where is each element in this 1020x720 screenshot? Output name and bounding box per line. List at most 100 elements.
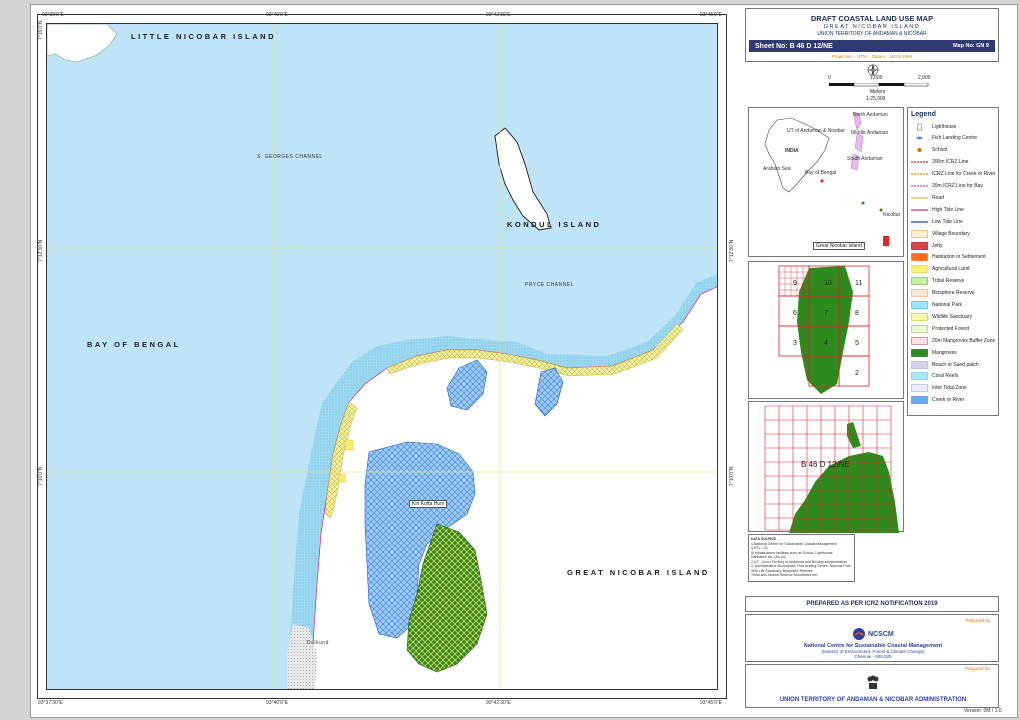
legend-label: Low Tide Line [932,218,963,225]
legend-swatch [911,372,928,381]
legend-label: Biosphere Reserve [932,290,975,297]
legend-item: Biosphere Reserve [911,289,975,298]
locator-great-nicobar: Great Nicobar Island [813,242,865,250]
scale-unit: Meters [870,89,886,95]
label-bay-of-bengal: BAY OF BENGAL [87,340,181,349]
school-icon [917,148,922,153]
legend-item: Agricultural Land [911,265,970,274]
fish-icon [916,136,923,140]
legend-swatch [911,313,928,321]
legend-item: National Park [911,301,962,310]
legend-swatch [911,289,928,297]
prepared-by-label: Prepared by [965,618,990,623]
legend-item: Lighthouse [911,122,956,131]
map-title: DRAFT COASTAL LAND USE MAP [810,14,934,23]
legend-label: School [932,147,948,154]
legend-swatch [911,173,928,175]
legend-label: National Park [932,302,963,308]
map-canvas[interactable]: LITTLE NICOBAR ISLAND S. GEORGES CHANNEL… [46,23,718,690]
ncscm-logo-text: NCSCM [868,630,894,638]
locator-nicobar: Nicobar [883,212,901,218]
legend-item: Tribal Reserve [911,277,964,286]
detail-grid-panel: B 46 D 12/NE [748,401,904,533]
legend-swatch [911,229,928,238]
title-panel: DRAFT COASTAL LAND USE MAP GREAT NICOBAR… [745,8,999,62]
kondul-island [494,127,552,231]
tick-right-1: 7°12'30"N [729,239,735,262]
prepared-by-panel: Prepared by NCSCM National Centre for Su… [745,614,999,662]
index-grid-panel: 9 10 11 6 7 8 3 4 5 2 [748,261,904,399]
legend-swatch [911,348,928,357]
legend-item: Inter Tidal Zone [911,384,967,393]
locator-india-marker [820,179,824,183]
little-nicobar-landmass [47,24,118,63]
tick-bottom-1: 93°37'30"E [38,700,63,706]
data-source-line: Tribal and Jarawa Reserve Boundaries etc… [751,573,818,577]
locator-arabian-sea: Arabian Sea [763,166,791,172]
label-s-georges-channel: S. GEORGES CHANNEL [257,154,323,160]
index-cell-3: 3 [793,340,797,347]
scale-tick-2: 2,000 [918,75,931,81]
legend-item: Habitation or Settlement [911,253,986,262]
index-cell-11: 11 [855,280,863,287]
legend-label: Jetty [932,242,943,249]
notification-title: PREPARED AS PER ICRZ NOTIFICATION 2019 [806,601,938,607]
tick-bottom-3: 93°42'30"E [486,700,511,706]
legend-swatch [911,265,928,274]
scale-bar [829,83,929,87]
legend-item: 20m ICRZ Line for Bay [911,182,983,191]
ncscm-logo: NCSCM [852,626,896,642]
legend-label: Beach or Sand patch [932,361,979,368]
legend-swatch [911,221,928,223]
legend-label: Fish Landing Centre [932,135,978,142]
projection-line: Projection :- UTM Datum :- WGS 1984 [746,54,998,59]
map-svg [47,24,717,689]
legend-label: Protected Forest [932,325,969,332]
legend-item: Village Boundary [911,229,970,238]
legend-label: Habitation or Settlement [932,254,986,261]
index-cell-5: 5 [855,340,859,347]
legend-swatch [911,161,928,163]
legend-label: Coral Reefs [932,373,959,380]
legend-label: 200m ICRZ Line [932,159,969,166]
legend-title: Legend [911,111,936,118]
index-cell-10: 10 [824,280,832,287]
agri-patch-2 [338,473,346,483]
legend-label: Creek or River [932,397,965,404]
legend-swatch [911,197,928,199]
locator-south-andaman: South Andaman [847,156,883,162]
tick-left-3: 7°10'0"N [38,466,44,486]
legend-swatch [911,185,928,187]
legend-label: Mangroves [932,349,957,356]
org-city: Chennai - 600 025 [854,654,892,659]
legend-item: School [911,146,947,155]
legend-label: Tribal Reserve [932,278,965,285]
legend-swatch [911,209,928,211]
tick-bottom-2: 93°40'0"E [266,700,288,706]
tick-top-4: 93°45'0"E [700,12,722,18]
label-little-nicobar: LITTLE NICOBAR ISLAND [131,32,276,41]
tick-top-2: 93°40'0"E [266,12,288,18]
legend-label: High Tide Line [932,206,964,213]
legend-item: ICRZ Line for Creek or River [911,170,995,179]
legend-item: 200m ICRZ Line [911,158,968,167]
legend-item: High Tide Line [911,205,964,214]
version-label: Version: 0M / 1.0 [964,708,1002,714]
tick-top-1: 93°39'0"E [42,12,64,18]
legend-label: Village Boundary [932,230,970,237]
legend-label: 20m ICRZ Line for Bay [932,183,983,189]
locator-india: INDIA [785,148,799,154]
sheet-bar: Sheet No: B 46 D 12/NE Map No: GN 9 [749,40,995,52]
legend-item: Creek or River [911,396,964,405]
ncscm-logo-icon [853,628,865,640]
tick-left-1: 7°15'0"N [38,20,44,40]
legend-item: Protected Forest [911,324,969,333]
legend-swatch [911,241,928,250]
scale-tick-1: 1,000 [870,75,883,81]
tick-bottom-4: 93°45'0"E [700,700,722,706]
locator-north-andaman: North Andaman [853,112,888,118]
legend-label: Wildlife Sanctuary [932,313,973,320]
nicobar-dot [861,201,865,205]
legend-item: Coral Reefs [911,372,958,381]
label-kondul-island: KONDUL ISLAND [507,220,602,229]
